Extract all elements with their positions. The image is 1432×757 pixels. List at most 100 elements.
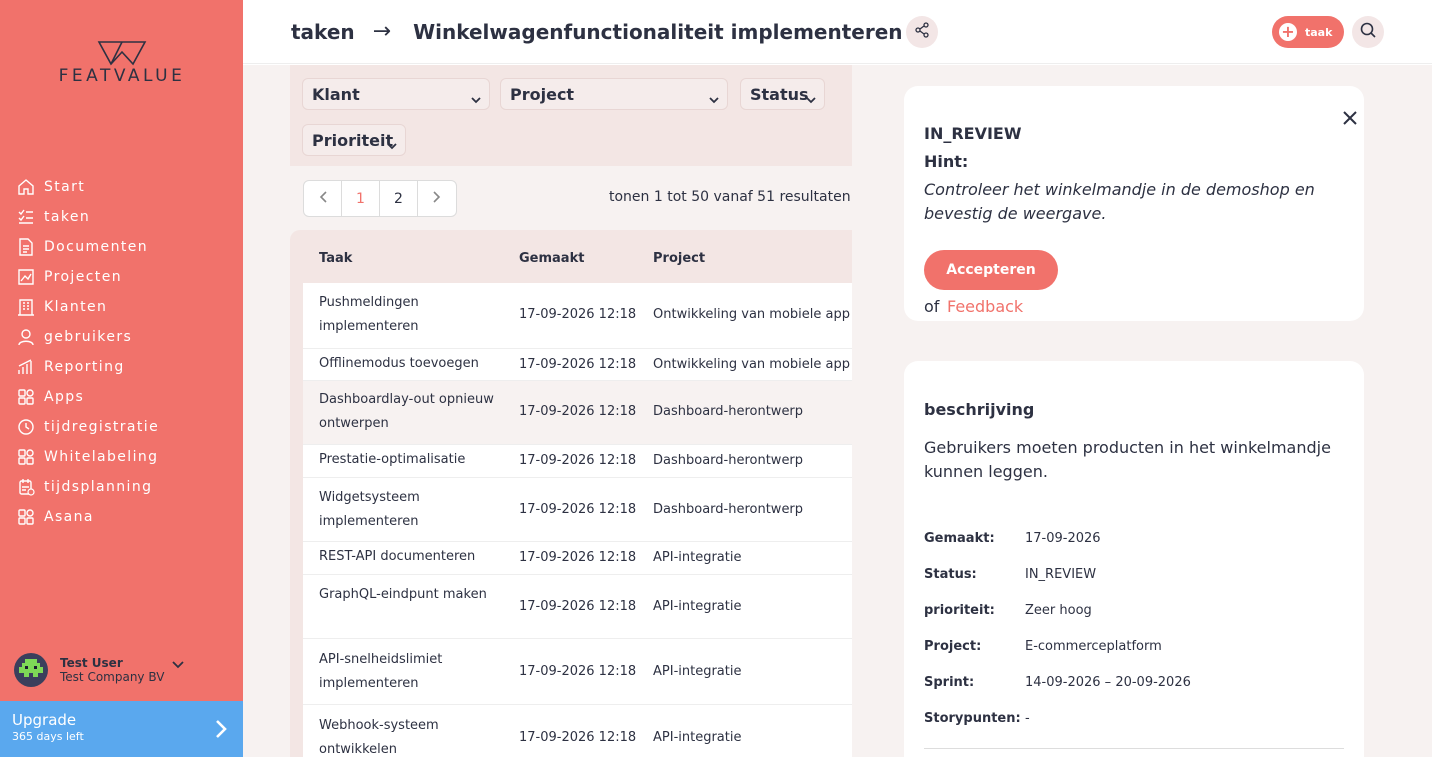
chevron-right-icon (215, 719, 227, 743)
description-title: beschrijving (924, 400, 1035, 419)
sidebar-item-reporting[interactable]: Reporting (0, 352, 243, 382)
breadcrumb-parent[interactable]: taken (291, 20, 355, 44)
accept-button[interactable]: Accepteren (924, 250, 1058, 290)
priority-filter-label: Prioriteit (312, 130, 394, 150)
task-created: 17-09-2026 12:18 (519, 730, 637, 745)
page-button[interactable]: 1 (342, 181, 380, 216)
table-row[interactable]: API-snelheidslimiet implementeren 17-09-… (303, 639, 852, 705)
client-filter-select[interactable]: Klant (302, 78, 490, 110)
table-row[interactable]: Pushmeldingen implementeren 17-09-2026 1… (303, 283, 852, 349)
sidebar-item-label: tijdsplanning (44, 479, 153, 495)
sidebar-item-start[interactable]: Start (0, 172, 243, 202)
sidebar-item-tijdregistratie[interactable]: tijdregistratie (0, 412, 243, 442)
table-row[interactable]: REST-API documenteren 17-09-2026 12:18 A… (303, 542, 852, 575)
priority-filter-select[interactable]: Prioriteit (302, 124, 406, 156)
task-project: Dashboard-herontwerp (653, 404, 804, 419)
feedback-link[interactable]: Feedback (947, 297, 1023, 316)
home-icon (16, 177, 36, 197)
upgrade-subtitle: 365 days left (12, 730, 84, 743)
logo[interactable]: FEATVALUE (36, 40, 208, 90)
sidebar-item-projecten[interactable]: Projecten (0, 262, 243, 292)
results-count: tonen 1 tot 50 vanaf 51 resultaten (609, 189, 851, 205)
client-filter-label: Klant (312, 84, 360, 104)
sidebar-item-tijdsplanning[interactable]: tijdsplanning (0, 472, 243, 502)
sidebar-item-apps[interactable]: Apps (0, 382, 243, 412)
project-filter-select[interactable]: Project (500, 78, 728, 110)
upgrade-banner[interactable]: Upgrade 365 days left (0, 701, 243, 757)
sidebar-item-asana[interactable]: Asana (0, 502, 243, 532)
review-status: IN_REVIEW (924, 124, 1022, 143)
sidebar-item-label: taken (44, 209, 91, 225)
sidebar-item-gebruikers[interactable]: gebruikers (0, 322, 243, 352)
task-project: API-integratie (653, 664, 742, 679)
task-created: 17-09-2026 12:18 (519, 664, 637, 679)
search-button[interactable] (1352, 16, 1384, 48)
plus-icon: + (1279, 23, 1297, 41)
pagination: 1 2 (303, 180, 457, 217)
next-page-button[interactable] (418, 181, 456, 216)
column-header-created[interactable]: Gemaakt (519, 251, 584, 266)
table-row[interactable]: Webhook-systeem ontwikkelen 17-09-2026 1… (303, 705, 852, 757)
task-project: API-integratie (653, 730, 742, 745)
task-created: 17-09-2026 12:18 (519, 502, 637, 517)
table-row[interactable]: GraphQL-eindpunt maken 17-09-2026 12:18 … (303, 575, 852, 639)
share-icon (914, 22, 930, 42)
detail-key: Status: (924, 567, 977, 582)
sidebar-item-label: Whitelabeling (44, 449, 159, 465)
column-header-project[interactable]: Project (653, 251, 705, 266)
breadcrumb-arrow: → (372, 19, 392, 44)
user-menu[interactable]: Test User Test Company BV (14, 650, 234, 690)
new-task-button[interactable]: + taak (1272, 16, 1344, 48)
sidebar-item-whitelabeling[interactable]: Whitelabeling (0, 442, 243, 472)
task-created: 17-09-2026 12:18 (519, 307, 637, 322)
sidebar-item-label: Reporting (44, 359, 125, 375)
detail-value: Zeer hoog (1025, 603, 1092, 618)
page-button[interactable]: 2 (380, 181, 418, 216)
detail-value: E-commerceplatform (1025, 639, 1162, 654)
close-button[interactable] (1342, 110, 1360, 128)
table-row[interactable]: Offlinemodus toevoegen 17-09-2026 12:18 … (303, 349, 852, 381)
table-row[interactable]: Widgetsysteem implementeren 17-09-2026 1… (303, 478, 852, 542)
detail-key: Gemaakt: (924, 531, 995, 546)
task-name: GraphQL-eindpunt maken (319, 587, 487, 602)
task-created: 17-09-2026 12:18 (519, 357, 637, 372)
document-icon (16, 237, 36, 257)
chevron-down-icon[interactable] (172, 654, 185, 673)
bar-chart-icon (16, 357, 36, 377)
logo-text: FEATVALUE (58, 66, 186, 86)
breadcrumb: taken → Winkelwagenfunctionaliteit imple… (291, 19, 903, 44)
project-filter-label: Project (510, 84, 575, 104)
task-name: Dashboardlay-out opnieuw ontwerpen (319, 392, 494, 431)
review-card: IN_REVIEW Hint: Controleer het winkelman… (904, 86, 1364, 321)
column-header-task[interactable]: Taak (319, 251, 352, 266)
calendar-icon (16, 477, 36, 497)
user-name: Test User (60, 656, 123, 670)
detail-key: Sprint: (924, 675, 975, 690)
task-project: Dashboard-herontwerp (653, 453, 804, 468)
sidebar-item-taken[interactable]: taken (0, 202, 243, 232)
task-created: 17-09-2026 12:18 (519, 599, 637, 614)
user-company: Test Company BV (60, 670, 165, 684)
table-row[interactable]: Prestatie-optimalisatie 17-09-2026 12:18… (303, 445, 852, 478)
building-icon (16, 297, 36, 317)
share-button[interactable] (906, 16, 938, 48)
task-created: 17-09-2026 12:18 (519, 404, 637, 419)
page-title: Winkelwagenfunctionaliteit implementeren (413, 19, 903, 44)
hint-text: Controleer het winkelmandje in de demosh… (924, 180, 1315, 223)
detail-value: IN_REVIEW (1025, 567, 1097, 582)
sidebar-item-label: Klanten (44, 299, 108, 315)
sidebar-item-documenten[interactable]: Documenten (0, 232, 243, 262)
close-icon (1342, 111, 1358, 130)
new-task-label: taak (1305, 25, 1333, 39)
sidebar-item-klanten[interactable]: Klanten (0, 292, 243, 322)
previous-page-button[interactable] (304, 181, 342, 216)
logo-mark-icon (97, 41, 147, 66)
user-info: Test User Test Company BV (60, 656, 164, 684)
task-name: Webhook-systeem ontwikkelen (319, 718, 439, 757)
table-header: Taak Gemaakt Project (290, 230, 852, 282)
hint-label: Hint: (924, 152, 969, 171)
status-filter-select[interactable]: Status (740, 78, 825, 110)
task-name: REST-API documenteren (319, 549, 476, 564)
task-name: Prestatie-optimalisatie (319, 452, 466, 467)
table-row[interactable]: Dashboardlay-out opnieuw ontwerpen 17-09… (303, 381, 852, 445)
